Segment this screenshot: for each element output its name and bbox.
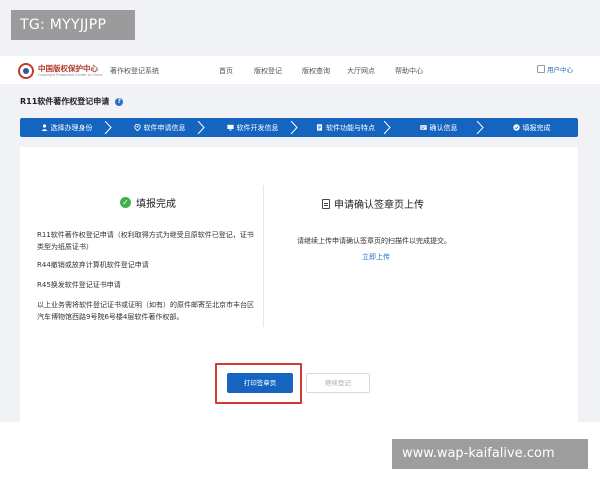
step-label: 软件申请信息 bbox=[143, 123, 186, 132]
chevron-right-icon bbox=[290, 121, 298, 134]
nav-copyright-search[interactable]: 版权查询 bbox=[302, 66, 330, 76]
top-header: 中国版权保护中心 Copyright Protection Center of … bbox=[0, 56, 600, 84]
user-icon bbox=[41, 124, 48, 131]
watermark-top: TG: MYYJJPP bbox=[11, 10, 135, 40]
step-complete[interactable]: 填报完成 bbox=[485, 118, 578, 137]
complete-title: 填报完成 bbox=[136, 199, 176, 210]
user-center-label: 用户中心 bbox=[547, 66, 573, 74]
step-software-features[interactable]: 软件功能与特点 bbox=[299, 118, 392, 137]
chevron-right-icon bbox=[104, 121, 112, 134]
notice-r44: R44撤销或放弃计算机软件登记申请 bbox=[37, 261, 149, 269]
document-icon bbox=[322, 198, 330, 209]
step-choose-identity[interactable]: 选择办理身份 bbox=[20, 118, 113, 137]
nav-home[interactable]: 首页 bbox=[219, 66, 233, 76]
user-avatar-icon bbox=[537, 65, 545, 73]
location-icon bbox=[133, 123, 141, 132]
upload-now-link[interactable]: 立即上传 bbox=[362, 252, 390, 262]
nav-copyright-register[interactable]: 版权登记 bbox=[254, 66, 282, 76]
continue-register-button[interactable]: 继续登记 bbox=[306, 373, 370, 393]
step-software-application[interactable]: 软件申请信息 bbox=[113, 118, 206, 137]
nav-service-halls[interactable]: 大厅网点 bbox=[347, 66, 375, 76]
chevron-right-icon bbox=[383, 121, 391, 134]
user-center-link[interactable]: 用户中心 bbox=[537, 64, 573, 74]
step-label: 软件功能与特点 bbox=[326, 123, 375, 132]
step-label: 填报完成 bbox=[522, 123, 551, 132]
nav-help-center[interactable]: 帮助中心 bbox=[395, 66, 423, 76]
notice-r11: R11软件著作权登记申请（权利取得方式为继受且原软件已登记，证书类型为纸质证书） bbox=[37, 231, 254, 251]
upload-heading: 申请确认签章页上传 bbox=[322, 196, 424, 211]
step-label: 确认信息 bbox=[429, 123, 458, 132]
notice-r45: R45换发软件登记证书申请 bbox=[37, 281, 121, 289]
logo-emblem-icon bbox=[18, 63, 34, 79]
success-check-icon: ✓ bbox=[120, 197, 131, 208]
chevron-right-icon bbox=[197, 121, 205, 134]
progress-steps: 选择办理身份 软件申请信息 软件开发信息 软件功能与特点 确认信息 填报完成 bbox=[20, 118, 578, 137]
step-label: 选择办理身份 bbox=[50, 123, 93, 132]
logo-title: 中国版权保护中心 bbox=[38, 64, 98, 73]
upload-description: 请继续上传申请确认签章页的扫描件以完成提交。 bbox=[297, 237, 451, 245]
monitor-icon bbox=[226, 124, 234, 131]
print-signature-page-button[interactable]: 打印签章页 bbox=[227, 373, 293, 393]
complete-heading: ✓ 填报完成 bbox=[120, 195, 176, 210]
document-icon bbox=[316, 124, 323, 131]
logo-subtitle: Copyright Protection Center of China bbox=[38, 72, 103, 77]
watermark-bottom: www.wap-kaifalive.com bbox=[392, 439, 588, 469]
vertical-divider bbox=[263, 185, 264, 327]
help-icon[interactable]: ? bbox=[115, 97, 124, 106]
page-title-row: R11软件著作权登记申请 ? bbox=[20, 96, 124, 107]
card-icon bbox=[419, 124, 427, 131]
chevron-right-icon bbox=[476, 121, 484, 134]
notice-mailing: 以上业务需将软件登记证书或证明（如有）的原件邮寄至北京市丰台区汽车博物馆西路9号… bbox=[37, 301, 254, 321]
check-circle-icon bbox=[512, 124, 520, 131]
upload-title: 申请确认签章页上传 bbox=[334, 200, 424, 211]
step-confirm-info[interactable]: 确认信息 bbox=[392, 118, 485, 137]
step-software-development[interactable]: 软件开发信息 bbox=[206, 118, 299, 137]
step-label: 软件开发信息 bbox=[236, 123, 279, 132]
site-logo[interactable]: 中国版权保护中心 Copyright Protection Center of … bbox=[18, 62, 104, 80]
page-title: R11软件著作权登记申请 bbox=[20, 97, 110, 106]
system-name: 著作权登记系统 bbox=[110, 67, 159, 75]
